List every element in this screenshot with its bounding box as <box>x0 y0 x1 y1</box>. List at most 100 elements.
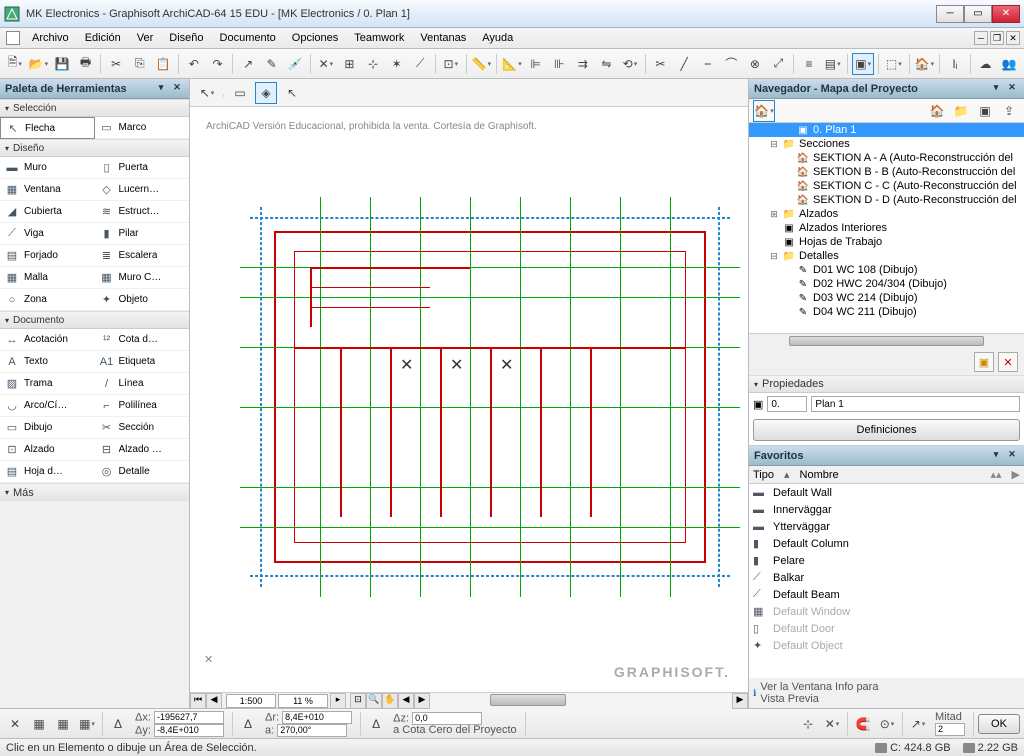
zoom-next[interactable]: ▶ <box>414 693 430 709</box>
toolbox-close-icon[interactable]: ✕ <box>170 82 184 96</box>
close-view-icon[interactable]: ✕ <box>204 653 213 666</box>
favorite-item[interactable]: ▬Innerväggar <box>749 501 1024 518</box>
favorite-item[interactable]: ⟋Balkar <box>749 569 1024 586</box>
tool-estruct[interactable]: ≋Estruct… <box>95 201 190 223</box>
tree-item[interactable]: ⊟📁Detalles <box>749 249 1024 263</box>
nav-close-icon[interactable]: ✕ <box>1005 82 1019 96</box>
menu-ayuda[interactable]: Ayuda <box>474 29 521 47</box>
scroll-left[interactable]: ◀ <box>206 693 222 709</box>
3d-button[interactable]: ⬚ <box>883 53 905 75</box>
tool-trama[interactable]: ▨Trama <box>0 373 95 395</box>
toolbox-section-documento[interactable]: Documento <box>0 311 189 329</box>
snap-guide-button[interactable]: ⊹ <box>362 53 384 75</box>
close-button[interactable]: ✕ <box>992 5 1020 23</box>
tree-item[interactable]: 🏠SEKTION D - D (Auto-Reconstrucción del <box>749 193 1024 207</box>
tool-pilar[interactable]: ▮Pilar <box>95 223 190 245</box>
rotate-button[interactable]: ⟲ <box>619 53 641 75</box>
nav-hscroll[interactable] <box>749 333 1024 349</box>
snap-grid-button[interactable]: ⊞ <box>339 53 361 75</box>
ok-button[interactable]: OK <box>978 714 1020 734</box>
tool-detalle[interactable]: ◎Detalle <box>95 461 190 483</box>
polar-button[interactable]: Δ <box>237 713 259 735</box>
nav-view-button[interactable]: 📁 <box>950 100 972 122</box>
tree-item[interactable]: ▣Alzados Interiores <box>749 221 1024 235</box>
guide-button[interactable]: ⊹ <box>797 713 819 735</box>
dz-input[interactable] <box>412 712 482 725</box>
split-button[interactable]: ╱ <box>673 53 695 75</box>
scroll-right[interactable]: ▶ <box>732 693 748 709</box>
adjust-button[interactable]: ⎯ <box>697 53 719 75</box>
undo-button[interactable]: ↶ <box>183 53 205 75</box>
new-button[interactable]: 🗎 <box>4 53 26 75</box>
tool-seccin[interactable]: ✂Sección <box>95 417 190 439</box>
magnet-button[interactable]: 🧲 <box>852 713 874 735</box>
favorite-item[interactable]: ✦Default Object <box>749 637 1024 654</box>
tool-dibujo[interactable]: ▭Dibujo <box>0 417 95 439</box>
nav-opts-icon[interactable]: ▾ <box>989 82 1003 96</box>
info-button[interactable]: Iᵢ <box>944 53 966 75</box>
tree-item[interactable]: ▣0. Plan 1 <box>749 123 1024 137</box>
inject-button[interactable]: 💉 <box>284 53 306 75</box>
eyedropper-button[interactable]: ✎ <box>261 53 283 75</box>
view-button[interactable]: ▣ <box>852 53 874 75</box>
toolbox-more[interactable]: Más <box>0 483 189 501</box>
toolbox-opts-icon[interactable]: ▾ <box>154 82 168 96</box>
mitad-input[interactable] <box>935 723 965 736</box>
tree-item[interactable]: ⊟📁Secciones <box>749 137 1024 151</box>
drawing-canvas[interactable]: ArchiCAD Versión Educacional, prohibida … <box>190 107 748 692</box>
menu-teamwork[interactable]: Teamwork <box>346 29 412 47</box>
tool-cotad[interactable]: ¹²Cota d… <box>95 329 190 351</box>
dx-input[interactable] <box>154 711 224 724</box>
favorites-list[interactable]: ▬Default Wall▬Innerväggar▬Ytterväggar▮De… <box>749 484 1024 678</box>
snap-point-button[interactable]: ✶ <box>386 53 408 75</box>
angle-input[interactable] <box>277 724 347 737</box>
favorite-item[interactable]: ▯Default Door <box>749 620 1024 637</box>
snap-points-button[interactable]: ⊙ <box>876 713 898 735</box>
paste-button[interactable]: 📋 <box>153 53 175 75</box>
pointer-button[interactable]: ↖ <box>281 82 303 104</box>
tree-item[interactable]: ✎D03 WC 214 (Dibujo) <box>749 291 1024 305</box>
scale-input[interactable] <box>226 694 276 708</box>
nav-layout-button[interactable]: ▣ <box>974 100 996 122</box>
dy-input[interactable] <box>154 724 224 737</box>
tool-polilnea[interactable]: ⌐Polilínea <box>95 395 190 417</box>
dr-input[interactable] <box>282 711 352 724</box>
tree-item[interactable]: 🏠SEKTION B - B (Auto-Reconstrucción del <box>749 165 1024 179</box>
cut-button[interactable]: ✂ <box>105 53 127 75</box>
grid-snap-button[interactable]: ▦ <box>28 713 50 735</box>
toolbox-section-diseño[interactable]: Diseño <box>0 139 189 157</box>
resize-button[interactable]: ⤢ <box>768 53 790 75</box>
zoom-in[interactable]: 🔍 <box>366 693 382 709</box>
snap-button[interactable]: ✕ <box>315 53 337 75</box>
grid-button[interactable]: ⊡ <box>440 53 462 75</box>
origin-button[interactable]: ✕ <box>4 713 26 735</box>
tool-viga[interactable]: ⟋Viga <box>0 223 95 245</box>
fillet-button[interactable]: ⌒ <box>721 53 743 75</box>
definitions-button[interactable]: Definiciones <box>753 419 1020 441</box>
relative-button[interactable]: Δ <box>107 713 129 735</box>
tool-puerta[interactable]: ▯Puerta <box>95 157 190 179</box>
quick-select-button[interactable]: ◈ <box>255 82 277 104</box>
intersect-button[interactable]: ⊗ <box>744 53 766 75</box>
navigator-tree[interactable]: ▣0. Plan 1⊟📁Secciones🏠SEKTION A - A (Aut… <box>749 123 1024 333</box>
copy-button[interactable]: ⎘ <box>129 53 151 75</box>
favorite-item[interactable]: ▬Ytterväggar <box>749 518 1024 535</box>
minimize-button[interactable]: ─ <box>936 5 964 23</box>
tool-hojad[interactable]: ▤Hoja d… <box>0 461 95 483</box>
tool-arcoc[interactable]: ◡Arco/Cí… <box>0 395 95 417</box>
mirror-button[interactable]: ⇋ <box>596 53 618 75</box>
mdi-restore[interactable]: ❐ <box>990 31 1004 45</box>
tool-alzado[interactable]: ⊡Alzado <box>0 439 95 461</box>
prop-id-input[interactable] <box>767 396 807 412</box>
favorites-columns[interactable]: Tipo ▴ Nombre ▴▴ ▶ <box>749 466 1024 484</box>
render-button[interactable]: 🏠 <box>914 53 936 75</box>
tree-expand-icon[interactable]: ⊟ <box>769 139 779 150</box>
fav-col-name[interactable]: Nombre <box>800 469 839 481</box>
tool-escalera[interactable]: ≣Escalera <box>95 245 190 267</box>
rect-select-button[interactable]: ▭ <box>229 82 251 104</box>
tool-lnea[interactable]: /Línea <box>95 373 190 395</box>
tool-alzado[interactable]: ⊟Alzado … <box>95 439 190 461</box>
tree-expand-icon[interactable]: ⊟ <box>769 251 779 262</box>
tool-malla[interactable]: ▦Malla <box>0 267 95 289</box>
menu-ventanas[interactable]: Ventanas <box>412 29 474 47</box>
